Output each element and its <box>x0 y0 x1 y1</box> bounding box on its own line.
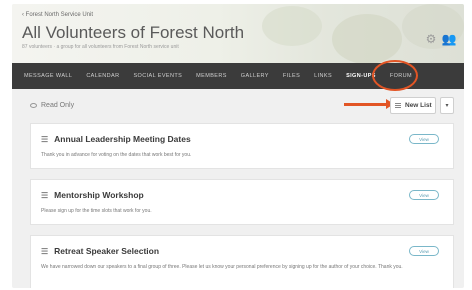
read-only-indicator: Read Only <box>30 102 74 109</box>
read-only-label: Read Only <box>41 102 75 109</box>
eye-icon <box>30 103 37 108</box>
tab-message-wall[interactable]: MESSAGE WALL <box>24 73 72 79</box>
tab-links[interactable]: LINKS <box>314 73 332 79</box>
list-icon: ☰ <box>41 190 49 200</box>
view-button[interactable]: View <box>409 134 439 144</box>
settings-icon[interactable]: ⚙ <box>424 32 438 46</box>
list-description: We have narrowed down our speakers to a … <box>41 264 403 270</box>
new-list-label: New List <box>405 102 432 109</box>
tab-files[interactable]: FILES <box>283 73 300 79</box>
app-frame: ‹ Forest North Service Unit All Voluntee… <box>12 4 464 288</box>
page-title: All Volunteers of Forest North <box>22 23 245 42</box>
list-item[interactable]: ☰ Retreat Speaker Selection We have narr… <box>30 235 454 288</box>
list-item[interactable]: ☰ Annual Leadership Meeting Dates Thank … <box>30 123 454 169</box>
list-title: ☰ Retreat Speaker Selection <box>41 246 160 256</box>
signup-toolbar: Read Only New List ▾ <box>12 89 464 123</box>
new-list-button[interactable]: New List <box>390 97 436 114</box>
list-icon: ☰ <box>41 246 49 256</box>
view-button[interactable]: View <box>409 190 439 200</box>
members-icon[interactable]: 👥 <box>442 32 457 46</box>
list-description: Please sign up for the time slots that w… <box>41 208 152 214</box>
tab-gallery[interactable]: GALLERY <box>241 73 269 79</box>
group-subtitle: 87 volunteers · a group for all voluntee… <box>22 44 179 50</box>
group-banner: ‹ Forest North Service Unit All Voluntee… <box>12 4 464 64</box>
tab-members[interactable]: MEMBERS <box>196 73 227 79</box>
banner-foliage <box>262 6 322 46</box>
list-title: ☰ Annual Leadership Meeting Dates <box>41 134 191 144</box>
highlight-circle <box>372 60 418 91</box>
view-button[interactable]: View <box>409 246 439 256</box>
tab-social-events[interactable]: SOCIAL EVENTS <box>133 73 182 79</box>
list-icon: ☰ <box>41 134 49 144</box>
chevron-down-icon: ▾ <box>445 103 449 109</box>
breadcrumb[interactable]: ‹ Forest North Service Unit <box>22 12 93 18</box>
list-icon <box>395 103 401 108</box>
new-list-dropdown[interactable]: ▾ <box>440 97 454 114</box>
tab-calendar[interactable]: CALENDAR <box>86 73 119 79</box>
list-description: Thank you in advance for voting on the d… <box>41 152 192 158</box>
list-title: ☰ Mentorship Workshop <box>41 190 144 200</box>
banner-foliage <box>332 14 402 64</box>
list-item[interactable]: ☰ Mentorship Workshop Please sign up for… <box>30 179 454 225</box>
pointer-arrow <box>344 99 394 109</box>
